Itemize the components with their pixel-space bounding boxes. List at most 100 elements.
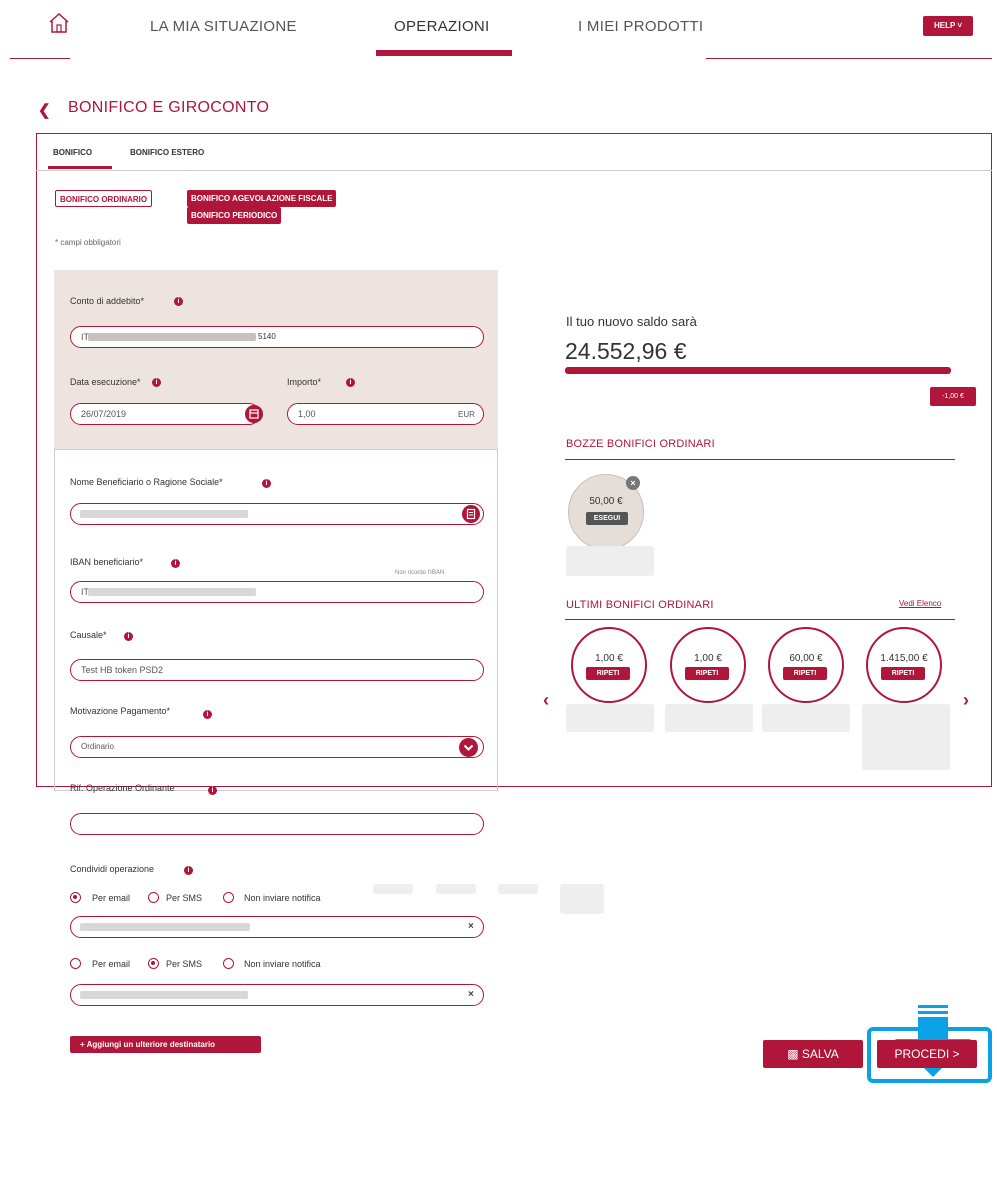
iban-label: IBAN beneficiario* bbox=[70, 557, 144, 567]
radio-email-1[interactable] bbox=[70, 892, 81, 903]
motivazione-select[interactable]: Ordinario bbox=[70, 736, 484, 758]
page-title: BONIFICO E GIROCONTO bbox=[68, 99, 270, 116]
ripeti-button-4[interactable]: RIPETI bbox=[881, 667, 925, 680]
data-input[interactable]: 26/07/2019 bbox=[70, 403, 260, 425]
save-icon: ▩ bbox=[787, 1047, 799, 1061]
save-button[interactable]: ▩ SALVA bbox=[763, 1040, 863, 1068]
recent-transfer-2[interactable] bbox=[670, 627, 746, 703]
close-icon[interactable]: × bbox=[626, 476, 640, 490]
importo-input[interactable]: 1,00 bbox=[287, 403, 484, 425]
redacted-block bbox=[373, 884, 413, 894]
conto-label: Conto di addebito* bbox=[70, 296, 145, 306]
vedi-elenco-link[interactable]: Vedi Elenco bbox=[899, 599, 941, 608]
radio-email-label: Per email bbox=[92, 959, 131, 969]
recent-amount-1: 1,00 € bbox=[595, 653, 623, 664]
info-icon[interactable]: i bbox=[174, 297, 183, 306]
tab-active-indicator bbox=[48, 166, 112, 169]
causale-value: Test HB token PSD2 bbox=[81, 665, 164, 675]
info-icon[interactable]: i bbox=[208, 786, 217, 795]
nav-rule bbox=[10, 58, 70, 59]
info-icon[interactable]: i bbox=[184, 866, 193, 875]
radio-sms-label: Per SMS bbox=[166, 959, 203, 969]
section-divider bbox=[565, 619, 955, 620]
iban-hint-link[interactable]: Non ricordo l'IBAN bbox=[395, 570, 444, 576]
nav-active-indicator bbox=[376, 50, 512, 56]
radio-none-2[interactable] bbox=[223, 958, 234, 969]
bonifico-agevolazione-button[interactable]: BONIFICO AGEVOLAZIONE FISCALE bbox=[187, 190, 337, 207]
radio-none-1[interactable] bbox=[223, 892, 234, 903]
home-icon[interactable] bbox=[48, 12, 70, 34]
motivazione-label: Motivazione Pagamento* bbox=[70, 706, 171, 716]
recent-amount-2: 1,00 € bbox=[694, 653, 722, 664]
dropdown-chevron-icon[interactable] bbox=[459, 738, 478, 757]
close-icon[interactable]: × bbox=[468, 989, 474, 1000]
ripeti-button-1[interactable]: RIPETI bbox=[586, 667, 630, 680]
radio-sms-1[interactable] bbox=[148, 892, 159, 903]
data-label: Data esecuzione* bbox=[70, 377, 141, 387]
conto-value-tail: 5140 bbox=[258, 332, 276, 341]
recent-caption-placeholder bbox=[762, 704, 850, 732]
beneficiario-label: Nome Beneficiario o Ragione Sociale* bbox=[70, 477, 223, 487]
help-button[interactable]: HELP ˅ bbox=[923, 16, 973, 36]
bonifico-periodico-button[interactable]: BONIFICO PERIODICO bbox=[187, 207, 282, 224]
masked-text bbox=[80, 923, 250, 931]
motivazione-value: Ordinario bbox=[81, 742, 114, 751]
causale-label: Causale* bbox=[70, 630, 107, 640]
esegui-button[interactable]: ESEGUI bbox=[586, 512, 628, 525]
info-icon[interactable]: i bbox=[203, 710, 212, 719]
carousel-prev-icon[interactable]: ‹ bbox=[543, 690, 549, 711]
saldo-bar bbox=[565, 367, 951, 374]
nav-rule-right bbox=[706, 58, 992, 59]
masked-text bbox=[80, 991, 248, 999]
rif-label: Rif. Operazione Ordinante bbox=[70, 783, 175, 793]
carousel-next-icon[interactable]: › bbox=[963, 690, 969, 711]
redacted-block bbox=[498, 884, 538, 894]
info-icon[interactable]: i bbox=[171, 559, 180, 568]
bonifico-ordinario-button[interactable]: BONIFICO ORDINARIO bbox=[55, 190, 153, 207]
recent-transfer-4[interactable] bbox=[866, 627, 942, 703]
masked-text bbox=[88, 588, 256, 596]
causale-input[interactable]: Test HB token PSD2 bbox=[70, 659, 484, 681]
redacted-block bbox=[560, 884, 604, 914]
info-icon[interactable]: i bbox=[262, 479, 271, 488]
draft-amount: 50,00 € bbox=[589, 496, 623, 507]
masked-text bbox=[88, 333, 256, 341]
radio-email-2[interactable] bbox=[70, 958, 81, 969]
ultimi-title: ULTIMI BONIFICI ORDINARI bbox=[566, 599, 714, 611]
rif-input[interactable] bbox=[70, 813, 484, 835]
close-icon[interactable]: × bbox=[468, 921, 474, 932]
nav-item-prodotti[interactable]: I MIEI PRODOTTI bbox=[578, 18, 703, 35]
ripeti-button-3[interactable]: RIPETI bbox=[783, 667, 827, 680]
info-icon[interactable]: i bbox=[346, 378, 355, 387]
masked-text bbox=[80, 510, 248, 518]
save-label: SALVA bbox=[801, 1047, 839, 1061]
recent-amount-3: 60,00 € bbox=[789, 653, 823, 664]
ripeti-button-2[interactable]: RIPETI bbox=[685, 667, 729, 680]
info-icon[interactable]: i bbox=[124, 632, 133, 641]
section-divider bbox=[565, 459, 955, 460]
tab-bonifico-estero[interactable]: BONIFICO ESTERO bbox=[130, 148, 204, 157]
radio-sms-2[interactable] bbox=[148, 958, 159, 969]
address-book-icon[interactable] bbox=[462, 505, 480, 523]
info-icon[interactable]: i bbox=[152, 378, 161, 387]
back-chevron-icon[interactable]: ❮ bbox=[38, 101, 51, 119]
importo-label: Importo* bbox=[287, 377, 322, 387]
radio-none-label: Non inviare notifica bbox=[244, 959, 321, 969]
add-recipient-button[interactable]: + Aggiungi un ulteriore destinatario bbox=[70, 1036, 261, 1053]
recent-transfer-1[interactable] bbox=[571, 627, 647, 703]
recent-amount-4: 1.415,00 € bbox=[880, 653, 928, 664]
nav-item-operazioni[interactable]: OPERAZIONI bbox=[394, 18, 490, 35]
recent-caption-placeholder bbox=[665, 704, 753, 732]
nav-item-situazione[interactable]: LA MIA SITUAZIONE bbox=[150, 18, 297, 35]
radio-email-label: Per email bbox=[92, 893, 131, 903]
recent-transfer-3[interactable] bbox=[768, 627, 844, 703]
calendar-icon[interactable] bbox=[245, 405, 263, 423]
redacted-block bbox=[436, 884, 476, 894]
importo-currency: EUR bbox=[458, 410, 475, 419]
draft-caption-placeholder bbox=[566, 546, 654, 576]
tab-bonifico[interactable]: BONIFICO bbox=[53, 148, 92, 157]
condividi-label: Condividi operazione bbox=[70, 864, 155, 874]
radio-none-label: Non inviare notifica bbox=[244, 893, 321, 903]
saldo-value: 24.552,96 € bbox=[565, 338, 687, 364]
recent-caption-placeholder bbox=[566, 704, 654, 732]
